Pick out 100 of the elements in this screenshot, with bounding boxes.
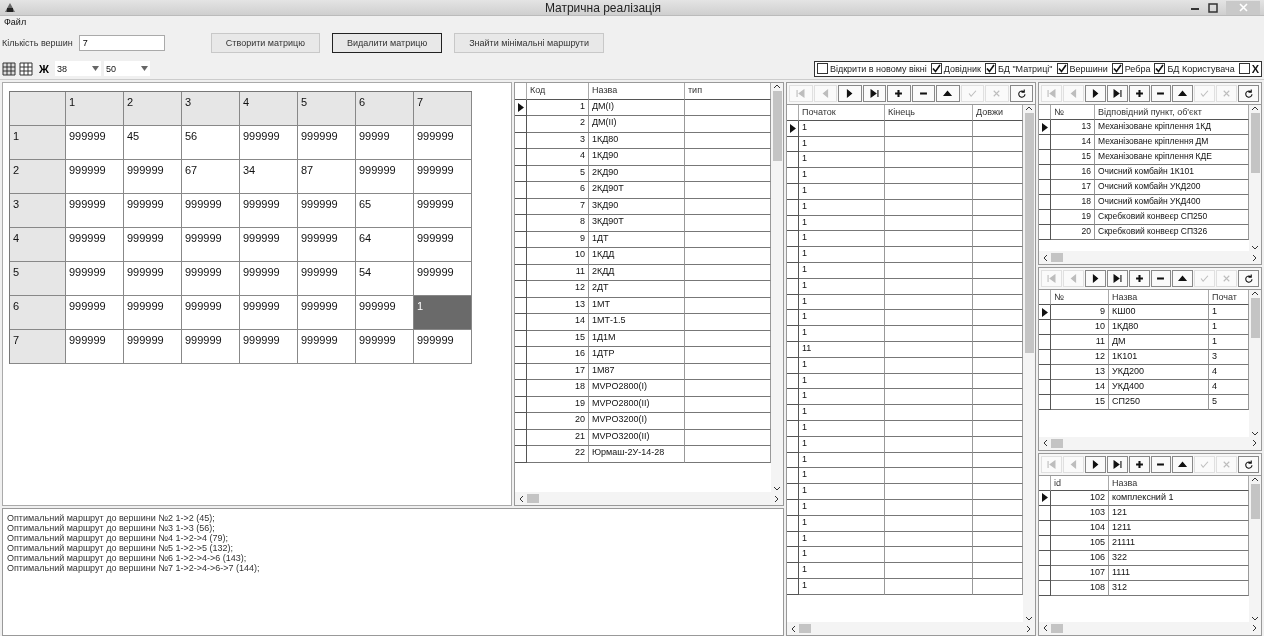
- row-indicator[interactable]: [515, 396, 527, 413]
- matrix-cell[interactable]: 65: [356, 194, 414, 228]
- height-field[interactable]: 50: [104, 61, 150, 76]
- row-indicator[interactable]: [1039, 305, 1051, 321]
- row-indicator[interactable]: [1039, 490, 1051, 506]
- row-indicator[interactable]: [1039, 350, 1051, 366]
- matrix-cell[interactable]: 999999: [298, 228, 356, 262]
- row-indicator[interactable]: [515, 330, 527, 347]
- navigator-button[interactable]: [1084, 85, 1106, 102]
- matrix-cell[interactable]: 999999: [414, 126, 472, 160]
- matrix-cell[interactable]: 999999: [66, 160, 124, 194]
- row-indicator[interactable]: [1039, 180, 1051, 195]
- column-header[interactable]: Початок: [799, 105, 885, 121]
- row-indicator[interactable]: [515, 149, 527, 166]
- caret-icon[interactable]: [141, 66, 148, 71]
- matrix-cell[interactable]: 999999: [182, 330, 240, 364]
- navigator-button[interactable]: [1128, 455, 1150, 473]
- navigator-button[interactable]: [887, 85, 911, 102]
- row-indicator[interactable]: [787, 136, 799, 153]
- row-indicator[interactable]: [787, 231, 799, 248]
- matrix-cell[interactable]: 999999: [124, 296, 182, 330]
- action-button[interactable]: Створити матрицю: [210, 33, 320, 53]
- row-indicator[interactable]: [787, 499, 799, 516]
- horizontal-scrollbar[interactable]: [1039, 251, 1261, 265]
- row-indicator[interactable]: [515, 380, 527, 397]
- scroll-up-icon[interactable]: [773, 83, 781, 89]
- row-indicator[interactable]: [787, 468, 799, 485]
- row-indicator[interactable]: [515, 446, 527, 463]
- row-indicator[interactable]: [787, 168, 799, 184]
- matrix-cell[interactable]: 999999: [240, 262, 298, 296]
- navigator-button[interactable]: [1238, 455, 1260, 473]
- column-header[interactable]: Кінець: [885, 105, 973, 121]
- matrix-cell[interactable]: 999999: [124, 330, 182, 364]
- checkbox[interactable]: [1154, 63, 1166, 74]
- row-indicator[interactable]: [515, 198, 527, 215]
- row-indicator[interactable]: [515, 297, 527, 314]
- scroll-thumb[interactable]: [1250, 113, 1260, 173]
- checkbox[interactable]: [816, 63, 828, 74]
- vertical-scrollbar[interactable]: [771, 83, 783, 492]
- grid-icon[interactable]: [19, 61, 33, 76]
- matrix-cell[interactable]: 999999: [298, 296, 356, 330]
- matrix-cell[interactable]: 34: [240, 160, 298, 194]
- width-field[interactable]: 38: [55, 61, 101, 76]
- row-indicator[interactable]: [1039, 225, 1051, 240]
- scroll-thumb[interactable]: [799, 624, 811, 633]
- row-indicator[interactable]: [787, 326, 799, 342]
- row-indicator[interactable]: [1039, 210, 1051, 225]
- grid-icon[interactable]: [2, 61, 16, 76]
- matrix-cell[interactable]: 999999: [356, 160, 414, 194]
- matrix-cell[interactable]: 999999: [182, 262, 240, 296]
- row-indicator[interactable]: [515, 264, 527, 281]
- row-indicator[interactable]: [1039, 365, 1051, 381]
- navigator-button[interactable]: [862, 85, 886, 102]
- matrix-cell[interactable]: 999999: [240, 194, 298, 228]
- matrix-cell[interactable]: 999999: [414, 330, 472, 364]
- scroll-right-icon[interactable]: [1252, 253, 1258, 262]
- matrix-cell[interactable]: 999999: [124, 228, 182, 262]
- navigator-button[interactable]: [1128, 270, 1150, 288]
- scroll-up-icon[interactable]: [1025, 105, 1033, 111]
- row-indicator[interactable]: [515, 347, 527, 364]
- scroll-up-icon[interactable]: [1251, 475, 1259, 482]
- row-indicator[interactable]: [787, 389, 799, 406]
- matrix-cell[interactable]: 999999: [182, 194, 240, 228]
- scroll-left-icon[interactable]: [1042, 253, 1048, 262]
- navigator-button[interactable]: [1084, 270, 1106, 288]
- navigator-button[interactable]: [1172, 270, 1194, 288]
- row-indicator[interactable]: [1039, 335, 1051, 351]
- row-indicator[interactable]: [515, 182, 527, 199]
- scroll-thumb[interactable]: [527, 494, 539, 503]
- scroll-left-icon[interactable]: [1042, 624, 1048, 633]
- matrix-cell[interactable]: 64: [356, 228, 414, 262]
- matrix-cell[interactable]: 999999: [124, 160, 182, 194]
- matrix-cell[interactable]: 999999: [240, 330, 298, 364]
- horizontal-scrollbar[interactable]: [1039, 436, 1261, 450]
- row-indicator[interactable]: [787, 357, 799, 374]
- navigator-button[interactable]: [1128, 85, 1150, 102]
- row-indicator[interactable]: [787, 247, 799, 263]
- vertical-scrollbar[interactable]: [1249, 475, 1261, 622]
- scroll-down-icon[interactable]: [1025, 616, 1033, 622]
- checkbox[interactable]: [1111, 63, 1123, 74]
- row-indicator[interactable]: [1039, 550, 1051, 566]
- scroll-down-icon[interactable]: [1251, 245, 1259, 252]
- scroll-thumb[interactable]: [1250, 483, 1260, 519]
- matrix-cell[interactable]: 45: [124, 126, 182, 160]
- matrix-cell[interactable]: 999999: [66, 194, 124, 228]
- scroll-down-icon[interactable]: [1251, 616, 1259, 622]
- matrix-cell[interactable]: 999999: [240, 296, 298, 330]
- row-indicator[interactable]: [787, 341, 799, 358]
- matrix-cell[interactable]: 67: [182, 160, 240, 194]
- scroll-left-icon[interactable]: [518, 494, 524, 503]
- row-indicator[interactable]: [515, 215, 527, 232]
- matrix-cell[interactable]: 999999: [298, 194, 356, 228]
- scroll-left-icon[interactable]: [790, 624, 796, 633]
- matrix-cell[interactable]: 999999: [182, 296, 240, 330]
- scroll-thumb[interactable]: [1024, 113, 1034, 353]
- checkbox[interactable]: [984, 63, 996, 74]
- row-indicator[interactable]: [1039, 380, 1051, 396]
- scroll-thumb[interactable]: [1051, 253, 1063, 263]
- vertical-scrollbar[interactable]: [1249, 290, 1261, 437]
- row-indicator[interactable]: [1039, 320, 1051, 336]
